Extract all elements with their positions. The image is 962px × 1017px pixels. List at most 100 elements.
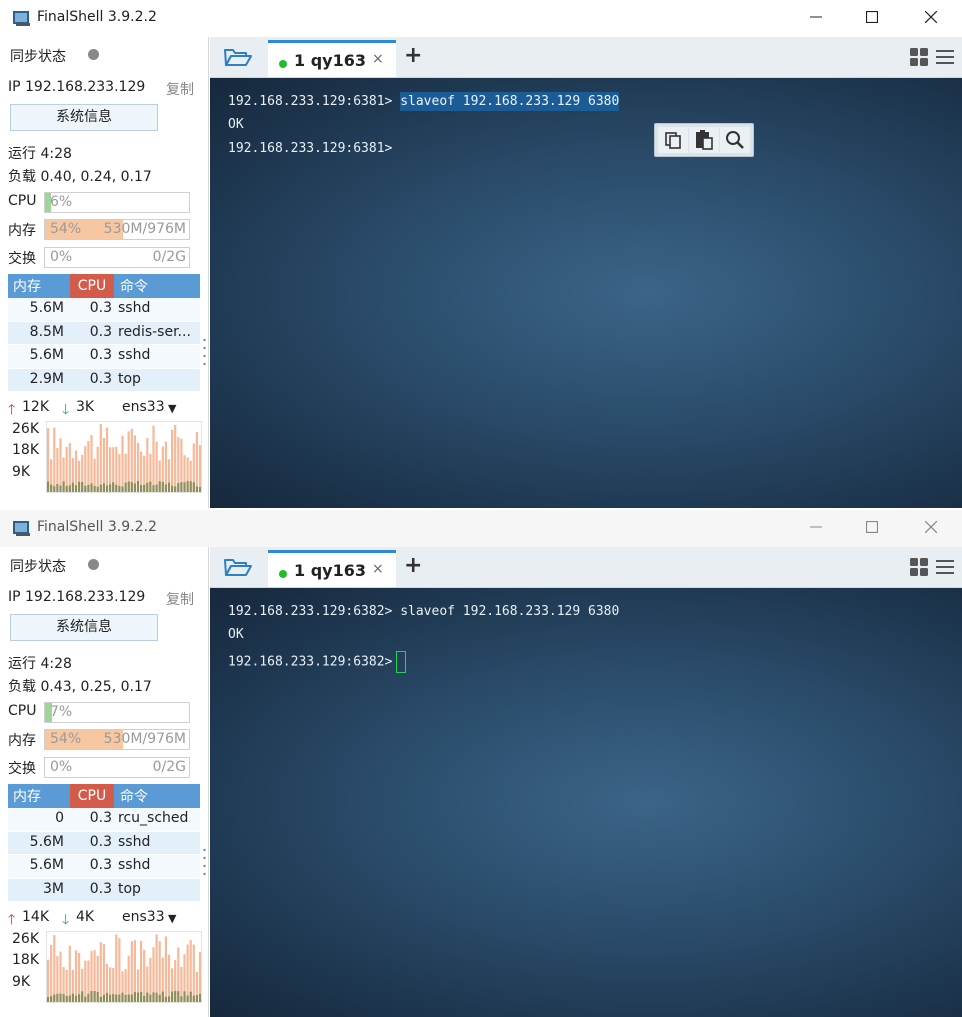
title-bar[interactable]: FinalShell 3.9.2.2	[0, 510, 962, 547]
table-row[interactable]: 5.6M 0.3 sshd	[8, 831, 200, 855]
upload-bar	[59, 438, 62, 492]
chevron-down-icon[interactable]: ▼	[168, 912, 176, 925]
upload-bar	[186, 944, 189, 1002]
download-bar	[93, 991, 96, 1002]
table-row[interactable]: 5.6M 0.3 sshd	[8, 855, 200, 879]
sync-status-dot	[88, 49, 99, 60]
resize-grip-icon[interactable]	[203, 337, 206, 367]
process-cpu: 0.3	[89, 857, 112, 873]
traffic-bars	[47, 424, 202, 492]
folder-open-icon[interactable]	[224, 47, 252, 67]
resize-grip-icon[interactable]	[203, 847, 206, 877]
chevron-down-icon[interactable]: ▼	[168, 402, 176, 415]
add-tab-icon[interactable]: +	[404, 43, 422, 68]
menu-icon[interactable]	[936, 49, 954, 65]
upload-bar	[164, 441, 167, 492]
download-bar	[167, 482, 171, 492]
search-button[interactable]	[720, 127, 750, 153]
copy-button[interactable]	[658, 127, 688, 153]
network-interface-select[interactable]: ens33	[122, 399, 165, 415]
download-bar	[109, 484, 112, 492]
upload-bar	[84, 960, 87, 1002]
download-bar	[130, 994, 133, 1002]
header-command[interactable]: 命令	[120, 786, 148, 806]
maximize-button[interactable]	[858, 516, 886, 540]
memory-percent: 54%	[50, 221, 82, 237]
ip-address: IP 192.168.233.129	[8, 589, 146, 605]
grid-icon[interactable]	[910, 558, 928, 576]
swap-label: 交换	[8, 251, 36, 267]
terminal-prompt: 192.168.233.129:6382>	[228, 654, 393, 670]
load-average: 负载 0.40, 0.24, 0.17	[8, 169, 152, 185]
table-row[interactable]: 5.6M 0.3 sshd	[8, 298, 200, 322]
download-bar	[62, 481, 65, 492]
minimize-button[interactable]	[802, 516, 830, 540]
tab-label: 1 qy163	[294, 51, 366, 70]
download-bar	[180, 996, 183, 1002]
tab-session[interactable]: 1 qy163 ×	[268, 40, 396, 77]
table-row[interactable]: 0 0.3 rcu_sched	[8, 808, 200, 832]
minimize-button[interactable]	[802, 6, 830, 30]
upload-bar	[87, 440, 90, 492]
add-tab-icon[interactable]: +	[404, 553, 422, 578]
memory-meter: 54% 530M/976M	[44, 729, 190, 750]
upload-bar	[198, 445, 202, 492]
download-bar	[189, 481, 192, 492]
download-bar	[158, 481, 161, 492]
download-bar	[93, 485, 96, 492]
tab-session[interactable]: 1 qy163 ×	[268, 550, 396, 587]
header-command[interactable]: 命令	[120, 276, 148, 296]
download-bar	[127, 994, 130, 1002]
table-row[interactable]: 5.6M 0.3 sshd	[8, 345, 200, 369]
download-bar	[167, 996, 171, 1002]
download-bar	[130, 482, 133, 492]
tab-close-icon[interactable]: ×	[372, 561, 384, 577]
process-table: 内存 CPU 命令 5.6M 0.3 sshd 8.5M 0.3 redis-s…	[8, 274, 200, 392]
upload-bar	[143, 949, 146, 1002]
tab-close-icon[interactable]: ×	[372, 51, 384, 67]
paste-button[interactable]	[689, 127, 719, 153]
process-table-header: 内存 CPU 命令	[8, 274, 200, 298]
finalshell-window-top: FinalShell 3.9.2.2 同步状态 IP 192.168.233.1…	[0, 0, 962, 508]
network-interface-select[interactable]: ens33	[122, 909, 165, 925]
close-button[interactable]	[917, 6, 945, 30]
menu-icon[interactable]	[936, 559, 954, 575]
header-memory[interactable]: 内存	[13, 276, 41, 296]
header-cpu[interactable]: CPU	[70, 274, 114, 298]
maximize-button[interactable]	[858, 6, 886, 30]
close-button[interactable]	[917, 516, 945, 540]
system-info-button[interactable]: 系统信息	[10, 104, 158, 131]
download-bar	[146, 482, 149, 492]
process-cpu: 0.3	[89, 300, 112, 316]
upload-arrow-icon: 🡑	[8, 912, 16, 928]
process-command: rcu_sched	[118, 810, 189, 826]
terminal-area[interactable]: 192.168.233.129:6381> slaveof 192.168.23…	[210, 78, 962, 508]
system-info-button[interactable]: 系统信息	[10, 614, 158, 641]
copy-ip-link[interactable]: 复制	[166, 79, 194, 99]
tab-bar: 1 qy163 × +	[210, 547, 962, 588]
header-memory[interactable]: 内存	[13, 786, 41, 806]
download-bar	[74, 995, 78, 1002]
memory-meter: 54% 530M/976M	[44, 219, 190, 240]
selected-command: slaveof 192.168.233.129 6380	[400, 92, 620, 111]
tab-bar: 1 qy163 × +	[210, 37, 962, 78]
download-bar	[149, 481, 152, 492]
graph-label-top: 26K	[12, 931, 39, 947]
download-bar	[155, 992, 158, 1002]
download-arrow-icon: 🡓	[62, 912, 70, 928]
folder-open-icon[interactable]	[224, 557, 252, 577]
memory-usage: 530M/976M	[103, 731, 186, 747]
header-cpu[interactable]: CPU	[70, 784, 114, 808]
table-row[interactable]: 8.5M 0.3 redis-ser...	[8, 321, 200, 345]
title-bar[interactable]: FinalShell 3.9.2.2	[0, 0, 962, 37]
process-memory: 5.6M	[29, 300, 64, 316]
upload-bar	[121, 435, 124, 492]
grid-icon[interactable]	[910, 48, 928, 66]
uptime: 运行 4:28	[8, 656, 72, 672]
copy-ip-link[interactable]: 复制	[166, 589, 194, 609]
table-row[interactable]: 3M 0.3 top	[8, 878, 200, 902]
table-row[interactable]: 2.9M 0.3 top	[8, 368, 200, 392]
download-bar	[183, 991, 186, 1002]
terminal-area[interactable]: 192.168.233.129:6382> slaveof 192.168.23…	[210, 588, 962, 1017]
download-bar	[161, 991, 164, 1002]
